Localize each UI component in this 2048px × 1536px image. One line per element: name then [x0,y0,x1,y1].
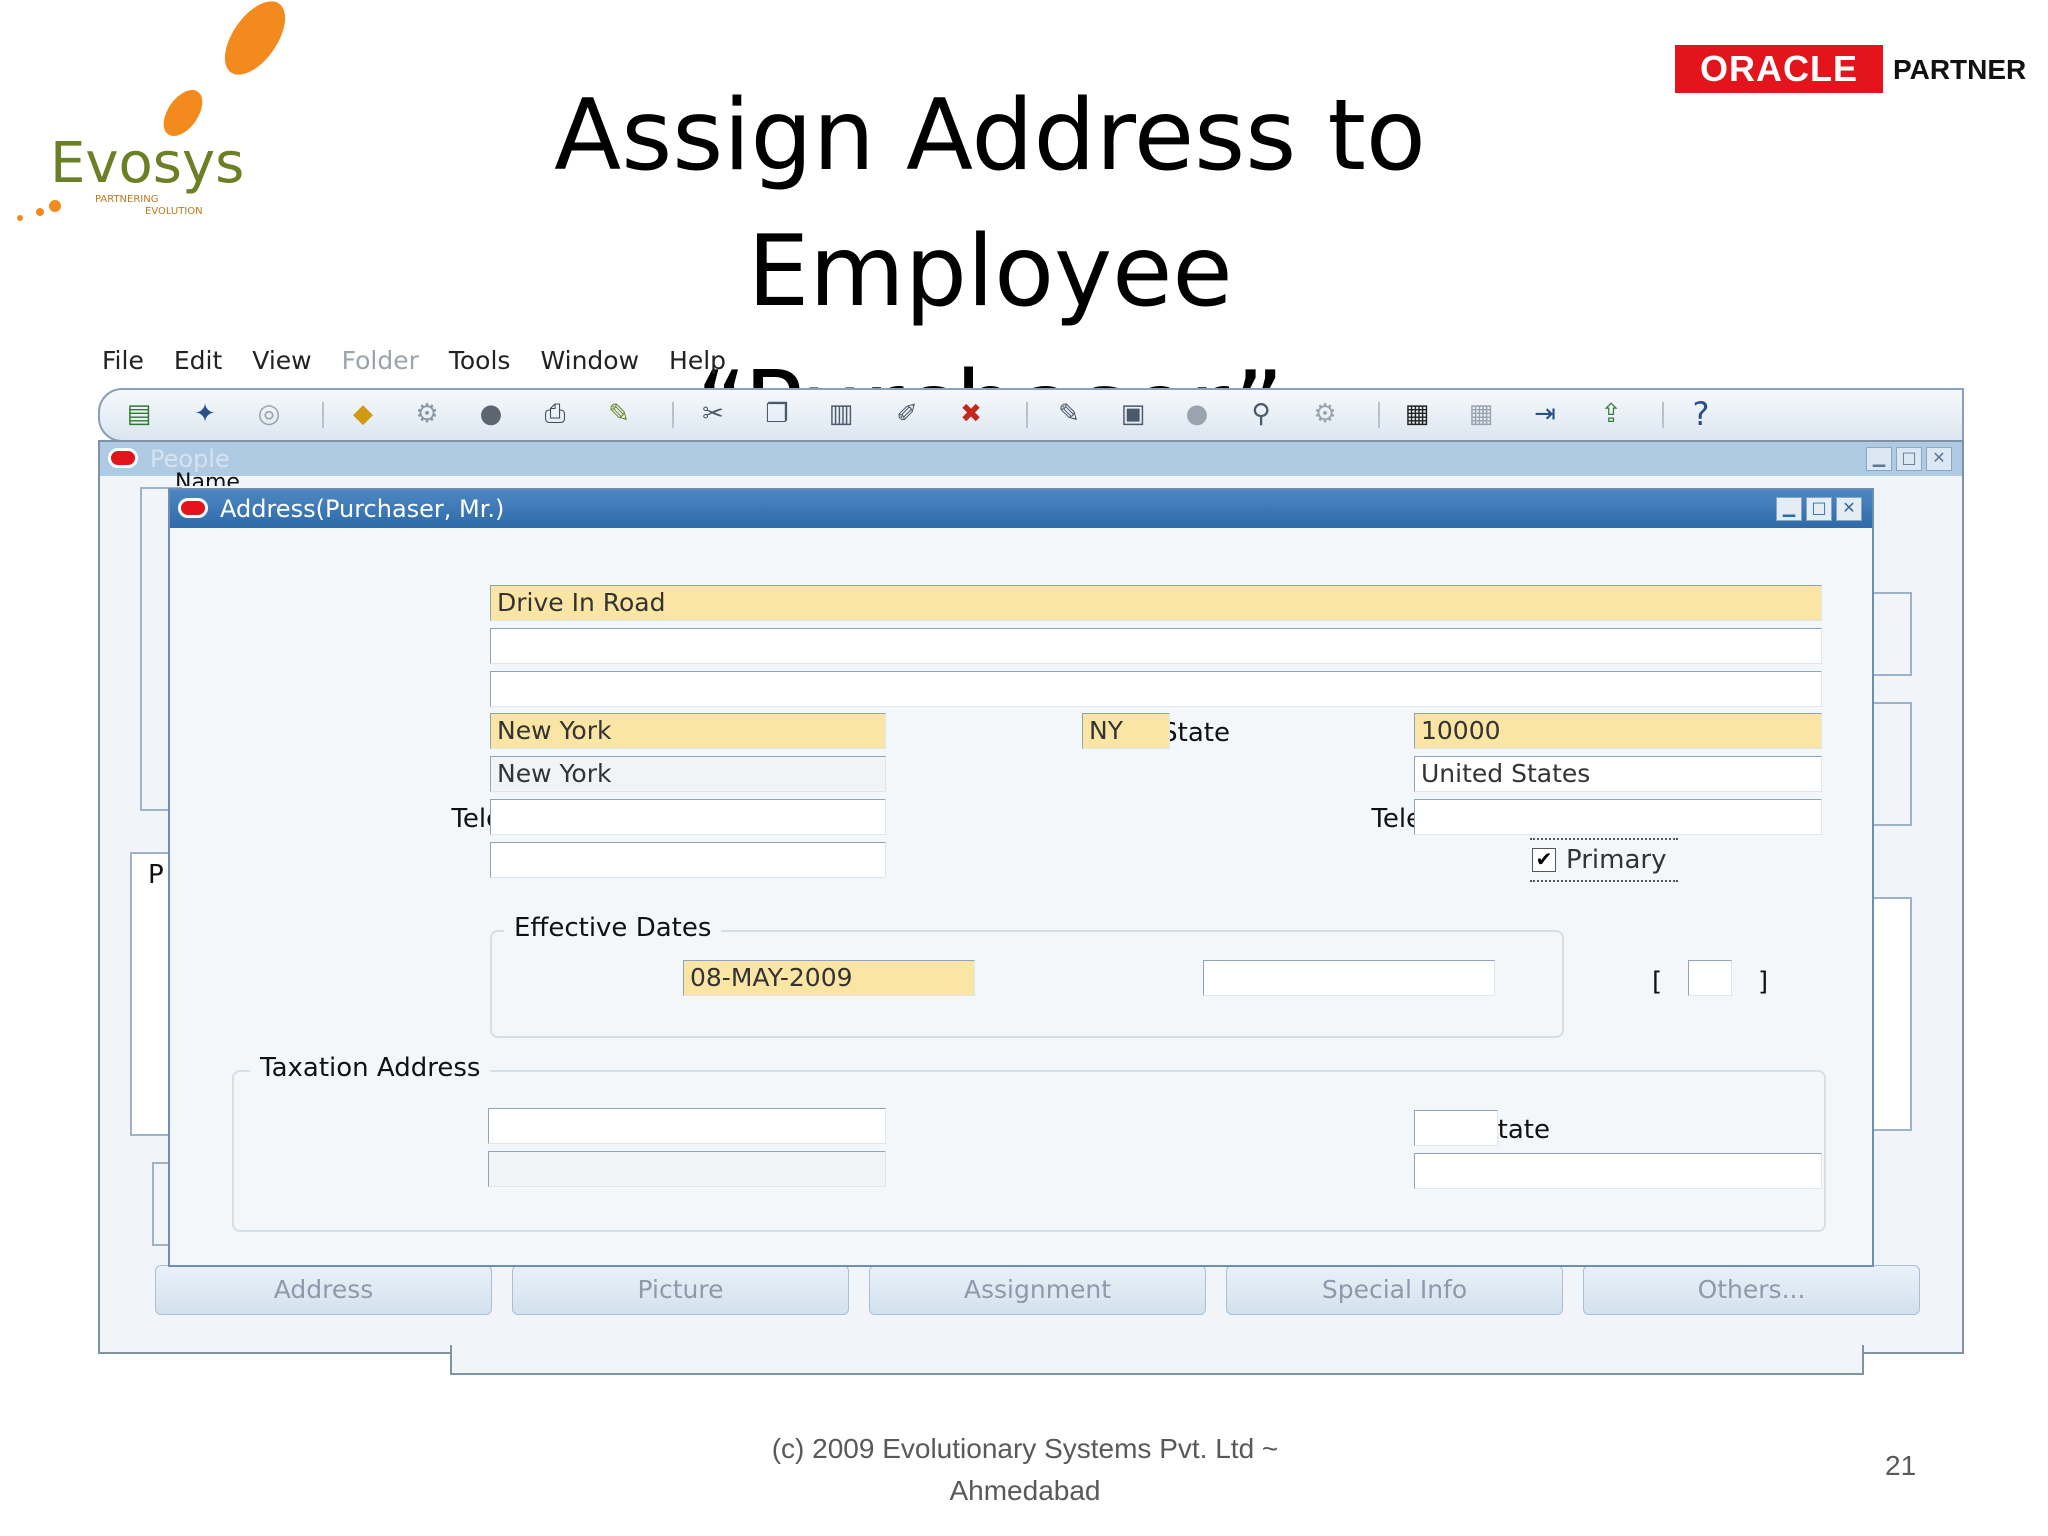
dialog-maximize-icon[interactable]: □ [1806,497,1832,521]
calendar-disabled-icon[interactable]: ▦ [1464,398,1498,430]
address-dialog-title: Address(Purchaser, Mr.) [220,495,505,523]
oracle-logo: ORACLE [1675,45,1883,93]
dialog-minimize-icon[interactable]: ▁ [1776,497,1802,521]
footer-line2: Ahmedabad [949,1475,1101,1506]
people-name-label: Name [175,472,240,486]
calendar-icon[interactable]: ▦ [1400,398,1434,430]
primary-label: Primary [1566,845,1667,875]
menu-help[interactable]: Help [667,346,728,382]
effective-dates-title: Effective Dates [504,910,722,946]
people-frame-right2 [1870,702,1912,826]
edit-field-icon[interactable]: ✎ [1052,398,1086,430]
tax-zip-input[interactable] [1414,1153,1822,1189]
taxation-address-title: Taxation Address [250,1050,491,1086]
switch-responsibility-icon[interactable]: ● [474,398,508,430]
oracle-partner-text: PARTNER [1893,54,2027,85]
address-dialog-title-bar: Address(Purchaser, Mr.) ▁ □ ✕ [170,490,1872,528]
translations-icon[interactable]: ● [1180,398,1214,430]
delete-record-icon[interactable]: ✖ [954,398,988,430]
tax-city-input[interactable] [488,1108,886,1144]
navigator-icon[interactable]: ◎ [252,398,286,430]
oracle-window-icon [108,448,138,468]
evosys-logo-text: Evosys [50,131,244,196]
minimize-icon[interactable]: ▁ [1866,447,1892,471]
type-input[interactable] [490,842,886,878]
oracle-dialog-icon [178,498,208,518]
country-input[interactable]: United States [1414,756,1822,792]
descriptive-flexfield-input[interactable] [1688,960,1732,996]
menu-folder[interactable]: Folder [340,346,421,382]
menu-bar: File Edit View Folder Tools Window Help [100,346,728,382]
address-line2-input[interactable] [490,628,1822,664]
new-record-icon[interactable]: ▤ [122,398,156,430]
menu-edit[interactable]: Edit [172,346,224,382]
slide-footer: (c) 2009 Evolutionary Systems Pvt. Ltd ~… [700,1428,1350,1512]
svg-text:EVOLUTION: EVOLUTION [145,206,203,217]
from-date-input[interactable]: 08-MAY-2009 [683,960,975,996]
people-window-lower-edge [450,1345,1864,1375]
next-step-icon[interactable]: ⚙ [410,398,444,430]
menu-file[interactable]: File [100,346,146,382]
export-icon[interactable]: ⇪ [1594,398,1628,430]
primary-checkbox-group[interactable]: ✔ Primary [1530,838,1678,882]
dff-bracket-close: ] [1758,967,1769,997]
clear-record-icon[interactable]: ✐ [890,398,924,430]
dialog-close-icon[interactable]: ✕ [1836,497,1862,521]
page-number: 21 [1885,1450,1917,1481]
paste-icon[interactable]: ▥ [824,398,858,430]
people-tab-label[interactable]: P [148,860,164,890]
picture-button[interactable]: Picture [512,1265,849,1315]
find-flashlight-icon[interactable]: ✦ [188,398,222,430]
people-title-bar: People ▁ □ ✕ [100,442,1962,476]
others-button[interactable]: Others... [1583,1265,1920,1315]
telephone1-input[interactable] [490,799,886,835]
menu-tools[interactable]: Tools [447,346,513,382]
tax-state-input[interactable] [1414,1110,1498,1146]
people-frame-right3 [1870,897,1912,1131]
primary-checkbox[interactable]: ✔ [1532,848,1556,872]
save-icon[interactable]: ◆ [346,398,380,430]
help-icon[interactable]: ? [1684,398,1718,430]
assignment-button[interactable]: Assignment [869,1265,1206,1315]
slide-title-line1: Assign Address to Employee [554,79,1426,329]
tax-state-label: State [1481,1115,1550,1145]
toolbar: ▤ ✦ ◎ ◆ ⚙ ● ⎙ ✎ ✂ ❐ ▥ ✐ ✖ ✎ ▣ ● ⚲ ⚙ ▦ ▦ … [98,388,1964,442]
county-input[interactable]: New York [490,756,886,792]
attachments-icon[interactable]: ⚲ [1244,398,1278,430]
to-date-input[interactable] [1203,960,1495,996]
address-line1-input[interactable]: Drive In Road [490,585,1822,621]
zip-code-input[interactable]: 10000 [1414,713,1822,749]
svg-text:PARTNERING: PARTNERING [95,194,159,205]
footer-line1: (c) 2009 Evolutionary Systems Pvt. Ltd ~ [771,1433,1279,1464]
people-frame-right1 [1870,592,1912,676]
close-form-icon[interactable]: ✎ [602,398,636,430]
telephone2-input[interactable] [1414,799,1822,835]
window-transfer-icon[interactable]: ⇥ [1528,398,1562,430]
menu-view[interactable]: View [250,346,313,382]
zoom-icon[interactable]: ▣ [1116,398,1150,430]
tax-county-input[interactable] [488,1151,886,1187]
taxation-address-group [232,1070,1826,1232]
city-input[interactable]: New York [490,713,886,749]
evosys-logo: Evosys PARTNERING EVOLUTION [0,0,300,230]
state-input[interactable]: NY [1082,713,1170,749]
address-dialog: Address(Purchaser, Mr.) ▁ □ ✕ Address Dr… [168,488,1874,1267]
address-line3-input[interactable] [490,671,1822,707]
folder-tools-icon[interactable]: ⚙ [1308,398,1342,430]
close-icon[interactable]: ✕ [1926,447,1952,471]
special-info-button[interactable]: Special Info [1226,1265,1563,1315]
menu-window[interactable]: Window [538,346,641,382]
print-icon[interactable]: ⎙ [538,398,572,430]
maximize-icon[interactable]: □ [1896,447,1922,471]
cut-icon[interactable]: ✂ [696,398,730,430]
copy-icon[interactable]: ❐ [760,398,794,430]
people-window-title: People [150,445,230,473]
address-button[interactable]: Address [155,1265,492,1315]
dff-bracket-open: [ [1652,967,1663,997]
